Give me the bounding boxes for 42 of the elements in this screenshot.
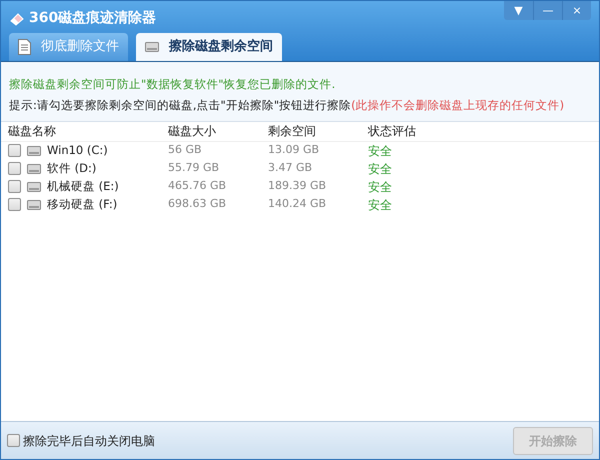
column-header: 剩余空间: [268, 123, 317, 140]
info-note: 擦除磁盘剩余空间可防止"数据恢复软件"恢复您已删除的文件.: [9, 76, 336, 93]
disk-name: 软件 (D:): [47, 160, 96, 177]
checkbox[interactable]: [8, 162, 21, 175]
checkbox[interactable]: [8, 180, 21, 193]
disk-name: Win10 (C:): [47, 142, 108, 159]
column-header: 磁盘大小: [168, 123, 217, 140]
table-cell-text: 56 GB: [168, 142, 203, 158]
drive-icon: [27, 164, 41, 174]
hint-text: 提示:请勾选要擦除剩余空间的磁盘,点击"开始擦除"按钮进行擦除: [9, 97, 352, 114]
drive-icon: [145, 42, 159, 52]
status-text: 安全: [368, 142, 393, 160]
checkbox[interactable]: [8, 198, 21, 211]
shutdown-label: 擦除完毕后自动关闭电脑: [23, 432, 155, 450]
disk-name: 机械硬盘 (E:): [47, 178, 119, 195]
close-button[interactable]: ×: [562, 1, 591, 20]
table-cell-text: 698.63 GB: [168, 196, 228, 212]
tab[interactable]: 擦除磁盘剩余空间: [136, 33, 282, 61]
drive-icon: [27, 200, 41, 210]
minimize-button[interactable]: —: [533, 1, 562, 20]
drive-icon: [27, 182, 41, 192]
checkbox[interactable]: [8, 144, 21, 157]
table-cell-text: 3.47 GB: [268, 160, 314, 176]
disk-name: 移动硬盘 (F:): [47, 196, 118, 213]
menu-button[interactable]: ▼: [504, 1, 533, 20]
drive-icon: [27, 146, 41, 156]
window-title: 360磁盘痕迹清除器: [29, 8, 156, 28]
table-cell-text: 55.79 GB: [168, 160, 220, 176]
column-header: 磁盘名称: [8, 123, 57, 140]
status-text: 安全: [368, 196, 393, 214]
status-text: 安全: [368, 178, 393, 196]
document-icon: [18, 39, 31, 55]
table-cell-text: 140.24 GB: [268, 196, 328, 212]
checkbox[interactable]: [7, 434, 20, 447]
table-cell-text: 189.39 GB: [268, 178, 328, 194]
warning-text: (此操作不会删除磁盘上现存的任何文件): [351, 97, 564, 114]
column-header: 状态评估: [368, 123, 417, 140]
status-text: 安全: [368, 160, 393, 178]
table-cell-text: 13.09 GB: [268, 142, 320, 158]
eraser-icon: [9, 12, 25, 26]
table-cell-text: 465.76 GB: [168, 178, 228, 194]
tab[interactable]: 彻底删除文件: [9, 33, 128, 61]
